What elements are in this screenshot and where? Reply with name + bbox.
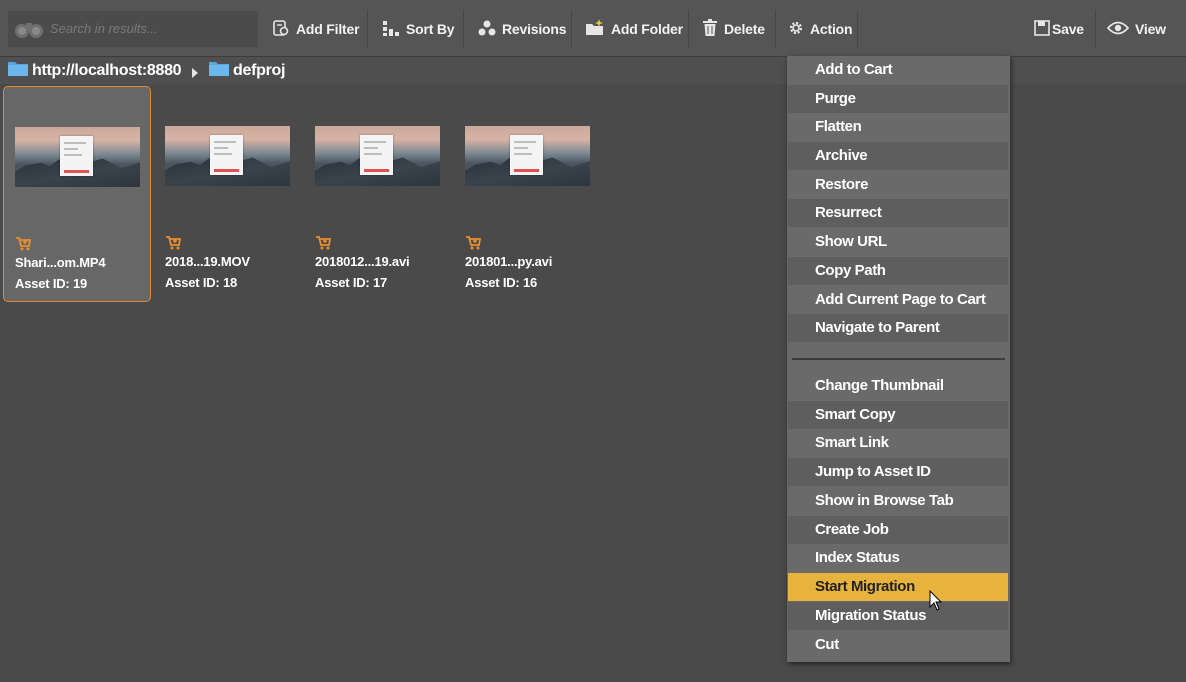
toolbar-divider <box>367 10 368 48</box>
mouse-cursor-icon <box>929 589 943 617</box>
search-box[interactable]: Search in results... <box>8 11 258 47</box>
sort-by-button[interactable]: Sort By <box>382 10 455 48</box>
menu-item-smart-copy[interactable]: Smart Copy <box>788 401 1008 429</box>
breadcrumb-folder[interactable]: defproj <box>209 60 285 81</box>
cart-icon[interactable] <box>315 236 332 255</box>
menu-item-flatten[interactable]: Flatten <box>788 113 1008 141</box>
menu-item-cut[interactable]: Cut <box>788 631 1008 659</box>
menu-item-index-status[interactable]: Index Status <box>788 544 1008 572</box>
breadcrumb-folder-label: defproj <box>233 61 286 79</box>
menu-item-add-current-page-to-cart[interactable]: Add Current Page to Cart <box>788 286 1008 314</box>
gear-icon <box>788 20 810 39</box>
menu-item-start-migration[interactable]: Start Migration <box>788 573 1008 601</box>
view-label: View <box>1135 21 1166 37</box>
action-button[interactable]: Action <box>788 10 853 48</box>
menu-separator <box>792 358 1005 360</box>
menu-item-restore[interactable]: Restore <box>788 171 1008 199</box>
menu-item-migration-status[interactable]: Migration Status <box>788 602 1008 630</box>
add-filter-button[interactable]: Add Filter <box>272 10 360 48</box>
add-folder-icon <box>585 18 611 40</box>
binoculars-icon <box>14 19 44 44</box>
search-input[interactable]: Search in results... <box>50 21 158 36</box>
menu-item-copy-path[interactable]: Copy Path <box>788 257 1008 285</box>
toolbar-divider <box>571 10 572 48</box>
asset-card[interactable]: Shari...om.MP4 Asset ID: 19 <box>3 86 151 302</box>
folder-icon <box>209 60 233 81</box>
asset-name: 201801...py.avi <box>465 254 553 269</box>
toolbar-divider <box>1095 10 1096 48</box>
asset-id: Asset ID: 19 <box>15 276 88 291</box>
chevron-right-icon <box>192 65 198 83</box>
asset-thumbnail <box>465 126 590 186</box>
asset-id: Asset ID: 17 <box>315 275 388 290</box>
cart-icon[interactable] <box>465 236 482 255</box>
toolbar-divider <box>688 10 689 48</box>
action-menu: Add to Cart Purge Flatten Archive Restor… <box>787 56 1010 662</box>
revisions-button[interactable]: Revisions <box>478 10 567 48</box>
menu-item-jump-to-asset-id[interactable]: Jump to Asset ID <box>788 458 1008 486</box>
view-button[interactable]: View <box>1106 10 1166 48</box>
asset-card[interactable]: 201801...py.avi Asset ID: 16 <box>453 86 601 302</box>
delete-label: Delete <box>724 21 765 37</box>
cart-icon[interactable] <box>165 236 182 255</box>
asset-card[interactable]: 2018...19.MOV Asset ID: 18 <box>153 86 301 302</box>
add-folder-button[interactable]: Add Folder <box>585 10 683 48</box>
breadcrumb-root-label: http://localhost:8880 <box>32 61 182 79</box>
cart-icon[interactable] <box>15 237 32 256</box>
asset-name: Shari...om.MP4 <box>15 255 106 270</box>
add-filter-label: Add Filter <box>296 21 360 37</box>
trash-icon <box>702 18 724 40</box>
toolbar: Search in results... Add Filter Sort By … <box>0 0 1186 57</box>
menu-item-purge[interactable]: Purge <box>788 85 1008 113</box>
delete-button[interactable]: Delete <box>702 10 765 48</box>
toolbar-divider <box>775 10 776 48</box>
menu-item-resurrect[interactable]: Resurrect <box>788 199 1008 227</box>
asset-card[interactable]: 2018012...19.avi Asset ID: 17 <box>303 86 451 302</box>
asset-name: 2018012...19.avi <box>315 254 410 269</box>
menu-item-create-job[interactable]: Create Job <box>788 516 1008 544</box>
menu-item-navigate-to-parent[interactable]: Navigate to Parent <box>788 314 1008 342</box>
menu-item-smart-link[interactable]: Smart Link <box>788 429 1008 457</box>
toolbar-divider <box>463 10 464 48</box>
asset-thumbnail <box>165 126 290 186</box>
menu-item-change-thumbnail[interactable]: Change Thumbnail <box>788 372 1008 400</box>
asset-thumbnail <box>15 127 140 187</box>
menu-item-show-url[interactable]: Show URL <box>788 228 1008 256</box>
asset-id: Asset ID: 18 <box>165 275 238 290</box>
action-label: Action <box>810 21 853 37</box>
filter-icon <box>272 19 296 40</box>
breadcrumb-root[interactable]: http://localhost:8880 <box>8 60 182 81</box>
add-folder-label: Add Folder <box>611 21 683 37</box>
save-button[interactable]: Save <box>1034 10 1084 48</box>
eye-icon <box>1106 20 1135 39</box>
sort-icon <box>382 19 406 40</box>
save-label: Save <box>1052 21 1084 37</box>
menu-item-archive[interactable]: Archive <box>788 142 1008 170</box>
menu-item-add-to-cart[interactable]: Add to Cart <box>788 56 1008 84</box>
folder-icon <box>8 60 32 81</box>
toolbar-divider <box>857 10 858 48</box>
revisions-label: Revisions <box>502 21 567 37</box>
menu-item-show-in-browse-tab[interactable]: Show in Browse Tab <box>788 487 1008 515</box>
revisions-icon <box>478 19 502 40</box>
asset-name: 2018...19.MOV <box>165 254 250 269</box>
asset-id: Asset ID: 16 <box>465 275 538 290</box>
sort-by-label: Sort By <box>406 21 455 37</box>
asset-thumbnail <box>315 126 440 186</box>
